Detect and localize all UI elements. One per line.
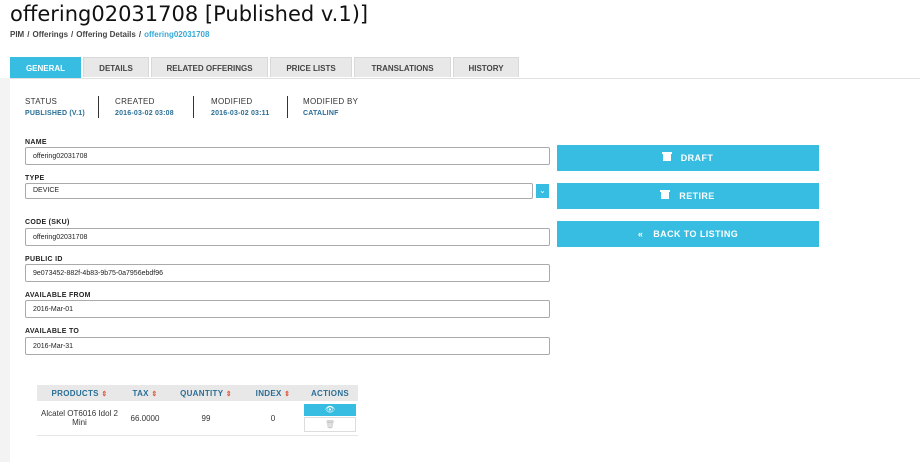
sort-icon[interactable]: ⇕ — [226, 391, 232, 398]
column-header-index[interactable]: INDEX ⇕ — [244, 385, 302, 401]
column-header-products[interactable]: PRODUCTS ⇕ — [37, 385, 122, 401]
public-id-field[interactable]: 9e073452-882f-4b83-9b75-0a7956ebdf96 — [25, 264, 550, 282]
meta-modified-by-label: MODIFIED BY — [303, 97, 359, 106]
name-field[interactable]: offering02031708 — [25, 147, 550, 165]
products-table: PRODUCTS ⇕ TAX ⇕ QUANTITY ⇕ INDEX ⇕ ACTI… — [37, 385, 358, 436]
code-label: CODE (SKU) — [25, 219, 70, 226]
cell-quantity: 99 — [168, 401, 244, 436]
meta-modified-label: MODIFIED — [211, 97, 253, 106]
breadcrumb-pim[interactable]: PIM — [10, 30, 24, 39]
type-select[interactable]: DEVICE — [25, 183, 533, 199]
archive-icon — [661, 152, 672, 162]
meta-created: CREATED 2016-03-02 03:08 — [115, 97, 174, 117]
back-to-listing-button[interactable]: « BACK TO LISTING — [557, 221, 819, 247]
available-to-label: AVAILABLE TO — [25, 328, 80, 335]
cell-actions: 👁 🗑 — [302, 401, 358, 436]
left-gutter — [0, 78, 10, 462]
column-header-actions: ACTIONS — [302, 385, 358, 401]
meta-modified: MODIFIED 2016-03-02 03:11 — [211, 97, 269, 117]
code-field[interactable]: offering02031708 — [25, 228, 550, 246]
archive-icon — [660, 190, 671, 200]
meta-created-label: CREATED — [115, 97, 155, 106]
breadcrumb-current: offering02031708 — [144, 30, 210, 39]
cell-tax: 66.0000 — [122, 401, 168, 436]
meta-divider — [193, 96, 194, 118]
meta-status-label: STATUS — [25, 97, 58, 106]
cell-index: 0 — [244, 401, 302, 436]
sort-icon[interactable]: ⇕ — [284, 391, 290, 398]
trash-icon[interactable]: 🗑 — [304, 417, 356, 432]
public-id-label: PUBLIC ID — [25, 256, 63, 263]
meta-created-value: 2016-03-02 03:08 — [115, 110, 174, 117]
page-title: offering02031708 [Published v.1)] — [10, 2, 369, 26]
column-header-quantity[interactable]: QUANTITY ⇕ — [168, 385, 244, 401]
available-from-field[interactable]: 2016-Mar-01 — [25, 300, 550, 318]
tab-bar: GENERAL DETAILS RELATED OFFERINGS PRICE … — [10, 57, 521, 78]
tab-details[interactable]: DETAILS — [83, 57, 149, 77]
tab-translations[interactable]: TRANSLATIONS — [354, 57, 451, 77]
eye-icon[interactable]: 👁 — [304, 404, 356, 416]
available-from-label: AVAILABLE FROM — [25, 292, 91, 299]
meta-divider — [98, 96, 99, 118]
meta-status-value: PUBLISHED (V.1) — [25, 110, 85, 117]
tab-history[interactable]: HISTORY — [453, 57, 519, 77]
breadcrumb-offering-details[interactable]: Offering Details — [76, 30, 136, 39]
column-header-tax[interactable]: TAX ⇕ — [122, 385, 168, 401]
sort-icon[interactable]: ⇕ — [101, 391, 107, 398]
meta-divider — [287, 96, 288, 118]
meta-modified-by-value: CATALINF — [303, 110, 339, 117]
retire-button[interactable]: RETIRE — [557, 183, 819, 209]
sort-icon[interactable]: ⇕ — [151, 391, 157, 398]
name-label: NAME — [25, 139, 47, 146]
tab-related-offerings[interactable]: RELATED OFFERINGS — [151, 57, 268, 77]
double-chevron-left-icon: « — [637, 229, 644, 239]
meta-modified-by: MODIFIED BY CATALINF — [303, 97, 358, 117]
retire-button-label: RETIRE — [679, 191, 715, 201]
cell-product: Alcatel OT6016 Idol 2 Mini — [37, 401, 122, 436]
breadcrumb: PIM / Offerings / Offering Details / offering0… — [10, 30, 210, 39]
meta-modified-value: 2016-03-02 03:11 — [211, 110, 270, 117]
meta-status: STATUS PUBLISHED (V.1) — [25, 97, 85, 117]
tab-price-lists[interactable]: PRICE LISTS — [270, 57, 352, 77]
back-to-listing-label: BACK TO LISTING — [653, 229, 739, 239]
chevron-down-icon[interactable]: ⌄ — [536, 184, 549, 198]
table-row: Alcatel OT6016 Idol 2 Mini 66.0000 99 0 … — [37, 401, 358, 436]
tab-general[interactable]: GENERAL — [10, 57, 81, 78]
draft-button-label: DRAFT — [680, 153, 714, 163]
breadcrumb-offerings[interactable]: Offerings — [32, 30, 68, 39]
type-label: TYPE — [25, 175, 45, 182]
available-to-field[interactable]: 2016-Mar-31 — [25, 337, 550, 355]
draft-button[interactable]: DRAFT — [557, 145, 819, 171]
